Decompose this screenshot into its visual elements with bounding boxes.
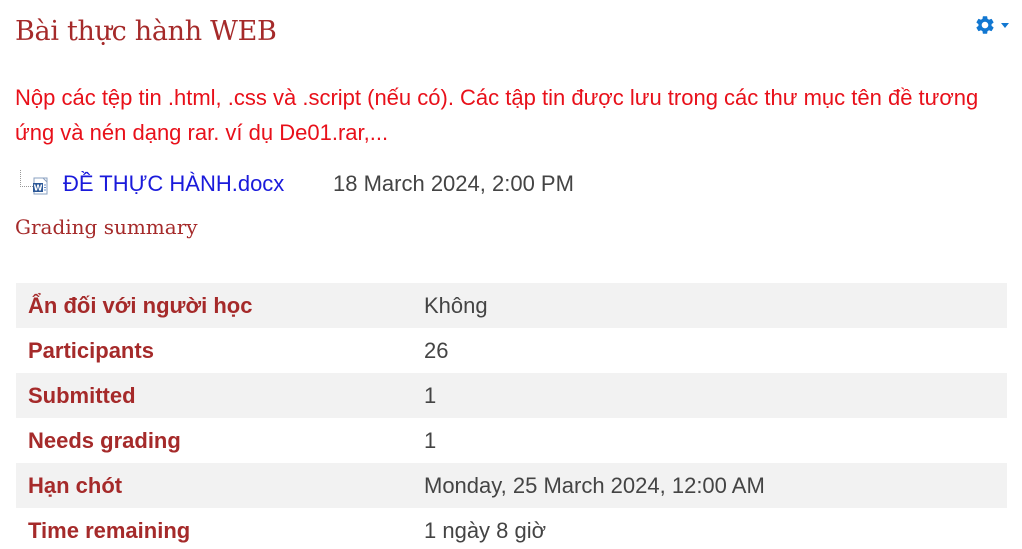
table-row: Time remaining 1 ngày 8 giờ <box>16 508 1007 549</box>
table-row: Needs grading 1 <box>16 418 1007 463</box>
table-row: Ẩn đối với người học Không <box>16 283 1007 328</box>
settings-menu-button[interactable] <box>974 12 1014 38</box>
svg-text:W: W <box>34 184 43 193</box>
table-row: Submitted 1 <box>16 373 1007 418</box>
gear-icon <box>974 14 996 36</box>
row-value: 26 <box>424 337 449 363</box>
row-value: Không <box>424 283 1007 328</box>
row-label: Ẩn đối với người học <box>16 283 424 328</box>
row-value: Monday, 25 March 2024, 12:00 AM <box>424 463 1007 508</box>
assignment-intro: Nộp các tệp tin .html, .css và .script (… <box>15 85 979 145</box>
row-value: 1 <box>424 373 1007 418</box>
word-document-icon: W <box>32 177 50 200</box>
page-title: Bài thực hành WEB <box>15 16 277 47</box>
chevron-down-icon <box>1001 23 1009 28</box>
row-label: Hạn chót <box>16 463 424 508</box>
row-value: 1 <box>424 427 437 453</box>
row-label: Participants <box>28 337 154 363</box>
table-row: Hạn chót Monday, 25 March 2024, 12:00 AM <box>16 463 1007 508</box>
grading-summary-heading: Grading summary <box>15 215 198 239</box>
attachment-link[interactable]: ĐỀ THỰC HÀNH.docx <box>63 171 284 197</box>
table-row: Participants 26 <box>16 328 1007 373</box>
row-label: Time remaining <box>28 517 191 543</box>
row-label: Needs grading <box>28 427 181 453</box>
row-value: 1 ngày 8 giờ <box>424 517 547 543</box>
row-label: Submitted <box>16 373 424 418</box>
attachment-date: 18 March 2024, 2:00 PM <box>333 171 574 196</box>
grading-summary-table: Ẩn đối với người học Không Participants … <box>16 283 1007 549</box>
